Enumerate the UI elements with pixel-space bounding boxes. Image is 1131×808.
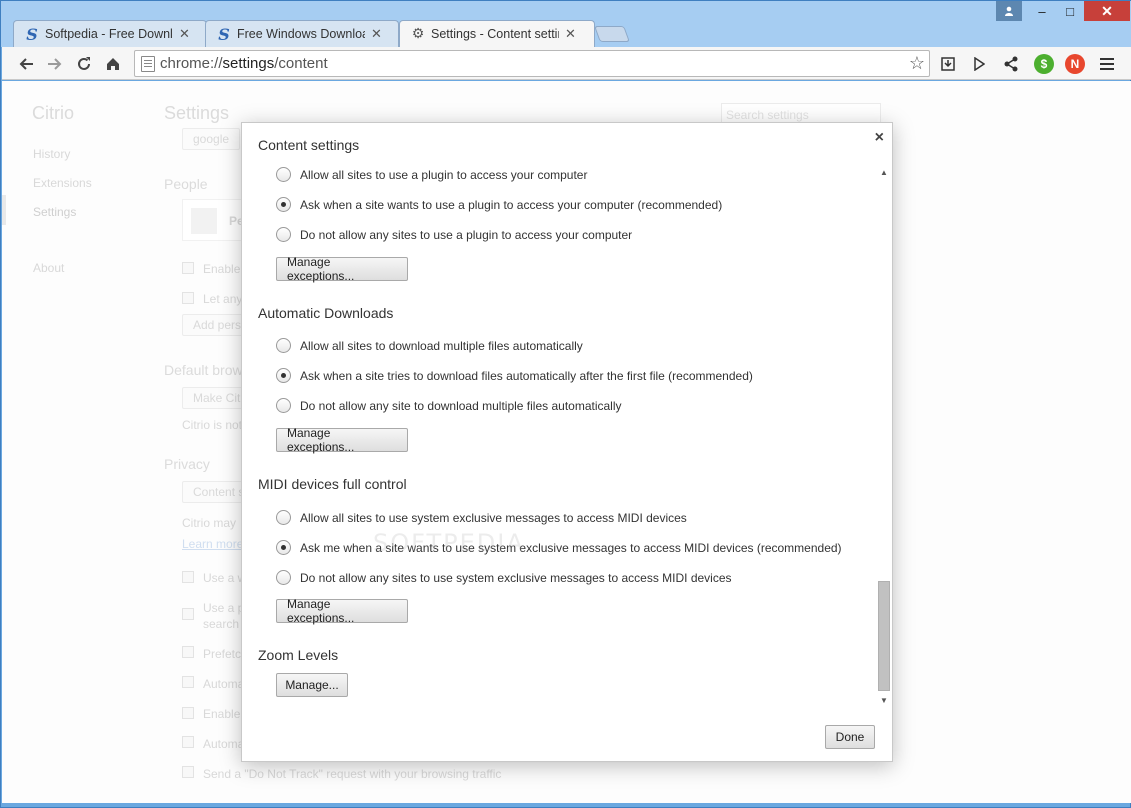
midi-heading: MIDI devices full control (258, 476, 407, 492)
maximize-button[interactable]: □ (1056, 1, 1084, 21)
scrollbar-thumb[interactable] (878, 581, 890, 691)
softpedia-watermark: SOFTPEDIA (373, 529, 525, 557)
auto-downloads-heading: Automatic Downloads (258, 305, 394, 321)
option-label: Do not allow any sites to use system exc… (300, 570, 732, 585)
radio-button[interactable] (276, 338, 291, 353)
radio-button[interactable] (276, 398, 291, 413)
window-controls: – □ ✕ (996, 1, 1130, 23)
midi-manage-exceptions-button[interactable]: Manage exceptions... (276, 597, 408, 625)
auto-downloads-option-block[interactable]: Do not allow any site to download multip… (276, 398, 622, 413)
auto-downloads-option-ask[interactable]: Ask when a site tries to download files … (276, 368, 753, 383)
radio-button[interactable] (276, 167, 291, 182)
tab-close-icon[interactable]: ✕ (371, 26, 382, 42)
option-label: Allow all sites to download multiple fil… (300, 338, 583, 353)
browser-window: – □ ✕ S Softpedia - Free Downloa ✕ S Fre… (0, 0, 1131, 808)
download-icon[interactable] (936, 52, 960, 76)
dialog-body: Allow all sites to use a plugin to acces… (258, 159, 870, 709)
radio-button[interactable] (276, 570, 291, 585)
option-label: Ask when a site wants to use a plugin to… (300, 197, 723, 212)
tab-label: Free Windows Downloads (237, 27, 365, 41)
done-button[interactable]: Done (825, 725, 875, 749)
toolbar: chrome://settings/content ☆ $ N (2, 47, 1131, 80)
content-settings-dialog: Content settings × Allow all sites to us… (241, 122, 893, 762)
minimize-button[interactable]: – (1028, 1, 1056, 21)
reload-icon[interactable] (72, 52, 96, 76)
close-icon[interactable]: × (875, 129, 884, 147)
bookmark-star-icon[interactable]: ☆ (909, 53, 925, 74)
dialog-scrollbar[interactable]: ▲ ▼ (877, 168, 891, 708)
midi-option-ask[interactable]: Ask me when a site wants to use system e… (276, 540, 842, 555)
extension-green-icon[interactable]: $ (1034, 54, 1054, 74)
forward-icon[interactable] (43, 52, 67, 76)
auto-downloads-option-allow[interactable]: Allow all sites to download multiple fil… (276, 338, 583, 353)
zoom-manage-button[interactable]: Manage... (276, 673, 348, 697)
tab-close-icon[interactable]: ✕ (179, 26, 190, 42)
dialog-title: Content settings (258, 137, 360, 153)
tab-close-icon[interactable]: ✕ (565, 26, 576, 42)
radio-button-selected[interactable] (276, 197, 291, 212)
option-label: Allow all sites to use a plugin to acces… (300, 167, 588, 182)
gear-icon: ⚙ (411, 26, 425, 42)
tab-softpedia-2[interactable]: S Free Windows Downloads ✕ (205, 20, 399, 47)
plugins-option-block[interactable]: Do not allow any sites to use a plugin t… (276, 227, 632, 242)
url-scheme: chrome:// (160, 55, 223, 72)
radio-button-selected[interactable] (276, 368, 291, 383)
auto-downloads-manage-exceptions-button[interactable]: Manage exceptions... (276, 426, 408, 454)
page-icon (141, 56, 155, 72)
plugins-option-allow[interactable]: Allow all sites to use a plugin to acces… (276, 167, 587, 182)
scroll-up-icon[interactable]: ▲ (879, 168, 889, 178)
tab-label: Settings - Content setting (431, 27, 559, 41)
back-icon[interactable] (14, 52, 38, 76)
url-path: /content (274, 55, 328, 72)
softpedia-icon: S (26, 24, 38, 44)
new-tab-button[interactable] (594, 26, 630, 42)
midi-option-allow[interactable]: Allow all sites to use system exclusive … (276, 510, 687, 525)
home-icon[interactable] (101, 52, 125, 76)
close-window-button[interactable]: ✕ (1084, 1, 1130, 21)
menu-icon[interactable] (1095, 52, 1119, 76)
address-bar[interactable]: chrome://settings/content ☆ (134, 50, 930, 77)
radio-button[interactable] (276, 227, 291, 242)
tab-settings[interactable]: ⚙ Settings - Content setting ✕ (399, 20, 595, 47)
midi-option-block[interactable]: Do not allow any sites to use system exc… (276, 570, 732, 585)
tab-softpedia-1[interactable]: S Softpedia - Free Downloa ✕ (13, 20, 207, 47)
tab-label: Softpedia - Free Downloa (45, 27, 173, 41)
plugins-option-ask[interactable]: Ask when a site wants to use a plugin to… (276, 197, 722, 212)
option-label: Allow all sites to use system exclusive … (300, 510, 687, 525)
radio-button-selected[interactable] (276, 540, 291, 555)
share-icon[interactable] (999, 52, 1023, 76)
option-label: Do not allow any sites to use a plugin t… (300, 227, 633, 242)
zoom-heading: Zoom Levels (258, 647, 339, 663)
softpedia-icon: S (218, 24, 230, 44)
plugins-manage-exceptions-button[interactable]: Manage exceptions... (276, 255, 408, 283)
option-label: Ask when a site tries to download files … (300, 368, 753, 383)
user-icon[interactable] (996, 1, 1022, 21)
option-label: Do not allow any site to download multip… (300, 398, 622, 413)
url-host: settings (222, 55, 275, 72)
radio-button[interactable] (276, 510, 291, 525)
extension-red-icon[interactable]: N (1065, 54, 1085, 74)
play-icon[interactable] (967, 52, 991, 76)
scroll-down-icon[interactable]: ▼ (879, 696, 889, 706)
